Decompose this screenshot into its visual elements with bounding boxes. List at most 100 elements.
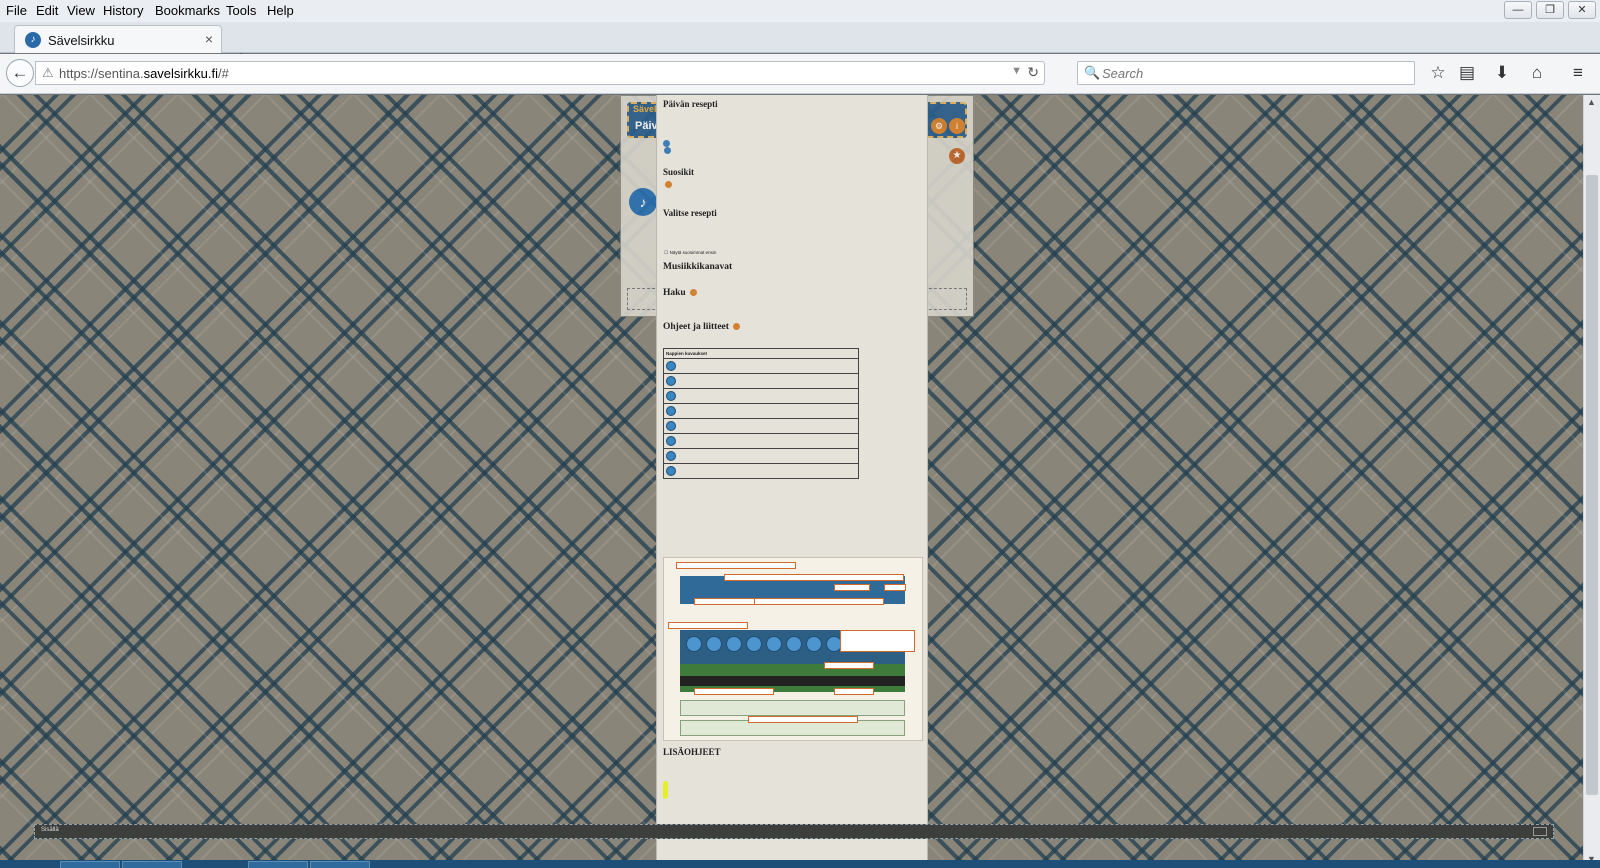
- music-note-icon[interactable]: ♪: [629, 188, 657, 216]
- paragraph: [663, 139, 921, 162]
- search-help-icon: [690, 289, 698, 297]
- checkbox-icon: ☐: [664, 249, 669, 255]
- diagram-callout: [668, 622, 748, 630]
- status-label: Sisällä: [41, 827, 59, 833]
- diagram-callout: [754, 598, 884, 606]
- table-row: [663, 448, 859, 464]
- music-note-icon: ♪: [25, 32, 41, 48]
- paragraph: ☐ Näytä suosimmat ensin: [663, 242, 921, 256]
- paragraph: [663, 112, 921, 134]
- search-icon: 🔍: [1084, 65, 1101, 80]
- paragraph: [663, 502, 921, 531]
- section-heading: Valitse resepti: [663, 208, 717, 219]
- highlighted-links[interactable]: [663, 780, 669, 800]
- menu-bookmarks[interactable]: Bookmarks: [155, 3, 220, 18]
- close-window-button[interactable]: ✕: [1568, 1, 1596, 19]
- button-icon: [664, 147, 672, 155]
- paragraph: [663, 489, 921, 496]
- back-button[interactable]: ←: [6, 59, 34, 87]
- scrollbar-thumb[interactable]: [1586, 175, 1598, 795]
- menu-file[interactable]: File: [6, 3, 27, 18]
- os-taskbar: [0, 860, 1600, 868]
- diagram-callout: [676, 562, 796, 570]
- tab-savelsirkku[interactable]: ♪ Sävelsirkku ×: [14, 25, 222, 53]
- play-icon: [666, 465, 676, 476]
- paragraph: [663, 180, 921, 202]
- section-heading: Ohjeet ja liitteet: [663, 322, 921, 332]
- bookmarks-list-icon[interactable]: ▤: [1454, 61, 1480, 85]
- person-icon: [666, 435, 676, 446]
- diagram-callout: [694, 688, 774, 696]
- menu-tools[interactable]: Tools: [226, 3, 256, 18]
- section-heading: Päivän resepti: [663, 99, 718, 109]
- section-heading: Suosikit: [663, 167, 695, 178]
- downloads-icon[interactable]: ⬇: [1489, 61, 1515, 85]
- paragraph: [663, 760, 921, 774]
- paragraph: [663, 806, 921, 820]
- app-screenshot-diagram: [663, 557, 923, 742]
- table-row: [663, 433, 859, 449]
- guide-help-icon: [733, 322, 741, 330]
- menu-help[interactable]: Help: [267, 3, 294, 18]
- url-bar[interactable]: ⚠ https://sentina.savelsirkku.fi/# ▼ ↻: [35, 61, 1045, 85]
- reload-icon[interactable]: ↻: [1027, 64, 1039, 81]
- button-description-table: Nappien kuvaukset: [663, 347, 859, 479]
- tab-title: Sävelsirkku: [48, 33, 115, 48]
- table-row: [663, 373, 859, 389]
- paragraph: [663, 221, 921, 235]
- arrow-left-icon: ←: [11, 63, 29, 82]
- section-heading: Musiikkikanavat: [663, 261, 733, 272]
- page-viewport: Sävelsirkku Päivän ⚙ i ♪ ★ Päivän resept…: [0, 95, 1583, 868]
- page-scrollbar[interactable]: ▲ ▼: [1583, 95, 1600, 868]
- search-input[interactable]: [1102, 64, 1402, 82]
- settings-icon[interactable]: ⚙: [931, 118, 947, 134]
- checkbox-label: Näytä suosimmat ensin: [669, 249, 717, 255]
- help-sheet: Päivän resepti Suosikit Valitse resepti …: [656, 95, 928, 868]
- taskbar-item[interactable]: [310, 861, 370, 868]
- diagram-timeline: [680, 676, 905, 687]
- speaker-icon: [666, 405, 676, 416]
- section-heading: Haku: [663, 288, 921, 298]
- taskbar-item[interactable]: [248, 861, 308, 868]
- screen-icon: [666, 450, 676, 461]
- menu-view[interactable]: View: [67, 3, 95, 18]
- home-icon[interactable]: ⌂: [1524, 61, 1550, 85]
- paragraph: [663, 335, 921, 342]
- scroll-up-icon[interactable]: ▲: [1587, 97, 1596, 107]
- star-icon[interactable]: ★: [949, 148, 965, 164]
- diagram-row: [680, 700, 905, 717]
- menu-history[interactable]: History: [103, 3, 143, 18]
- table-row: [663, 418, 859, 434]
- bookmark-star-icon[interactable]: ☆: [1425, 61, 1451, 85]
- diagram-callout: [824, 662, 874, 670]
- music-note-icon: [666, 360, 676, 371]
- search-bar[interactable]: 🔍: [1077, 61, 1415, 85]
- table-header: Nappien kuvaukset: [663, 348, 859, 359]
- book-icon: [666, 420, 676, 431]
- taskbar-item[interactable]: [60, 861, 120, 868]
- dropdown-icon[interactable]: ▼: [1011, 65, 1022, 77]
- diagram-callout: [748, 716, 858, 724]
- diagram-callout: [834, 584, 870, 592]
- table-row: [663, 403, 859, 419]
- status-toggle[interactable]: [1533, 827, 1547, 836]
- minimize-button[interactable]: —: [1504, 1, 1532, 19]
- diagram-callout: [840, 630, 915, 653]
- menu-edit[interactable]: Edit: [36, 3, 58, 18]
- favorite-icon: [665, 180, 672, 188]
- diagram-callout: [724, 574, 904, 582]
- restore-button[interactable]: ❐: [1536, 1, 1564, 19]
- paragraph: [663, 537, 921, 551]
- tab-close-icon[interactable]: ×: [205, 31, 213, 47]
- paragraph: [663, 275, 921, 282]
- app-status-strip: Sisällä: [34, 824, 1554, 839]
- table-row: [663, 388, 859, 404]
- taskbar-item[interactable]: [122, 861, 182, 868]
- menu-hamburger-icon[interactable]: ≡: [1565, 61, 1591, 85]
- info-icon[interactable]: i: [949, 118, 965, 134]
- url-text: https://sentina.savelsirkku.fi/#: [59, 66, 229, 81]
- clock-icon: [666, 390, 676, 401]
- paragraph: [663, 301, 921, 315]
- menu-bar: File Edit View History Bookmarks Tools H…: [0, 0, 1600, 22]
- button-icon: [663, 139, 670, 147]
